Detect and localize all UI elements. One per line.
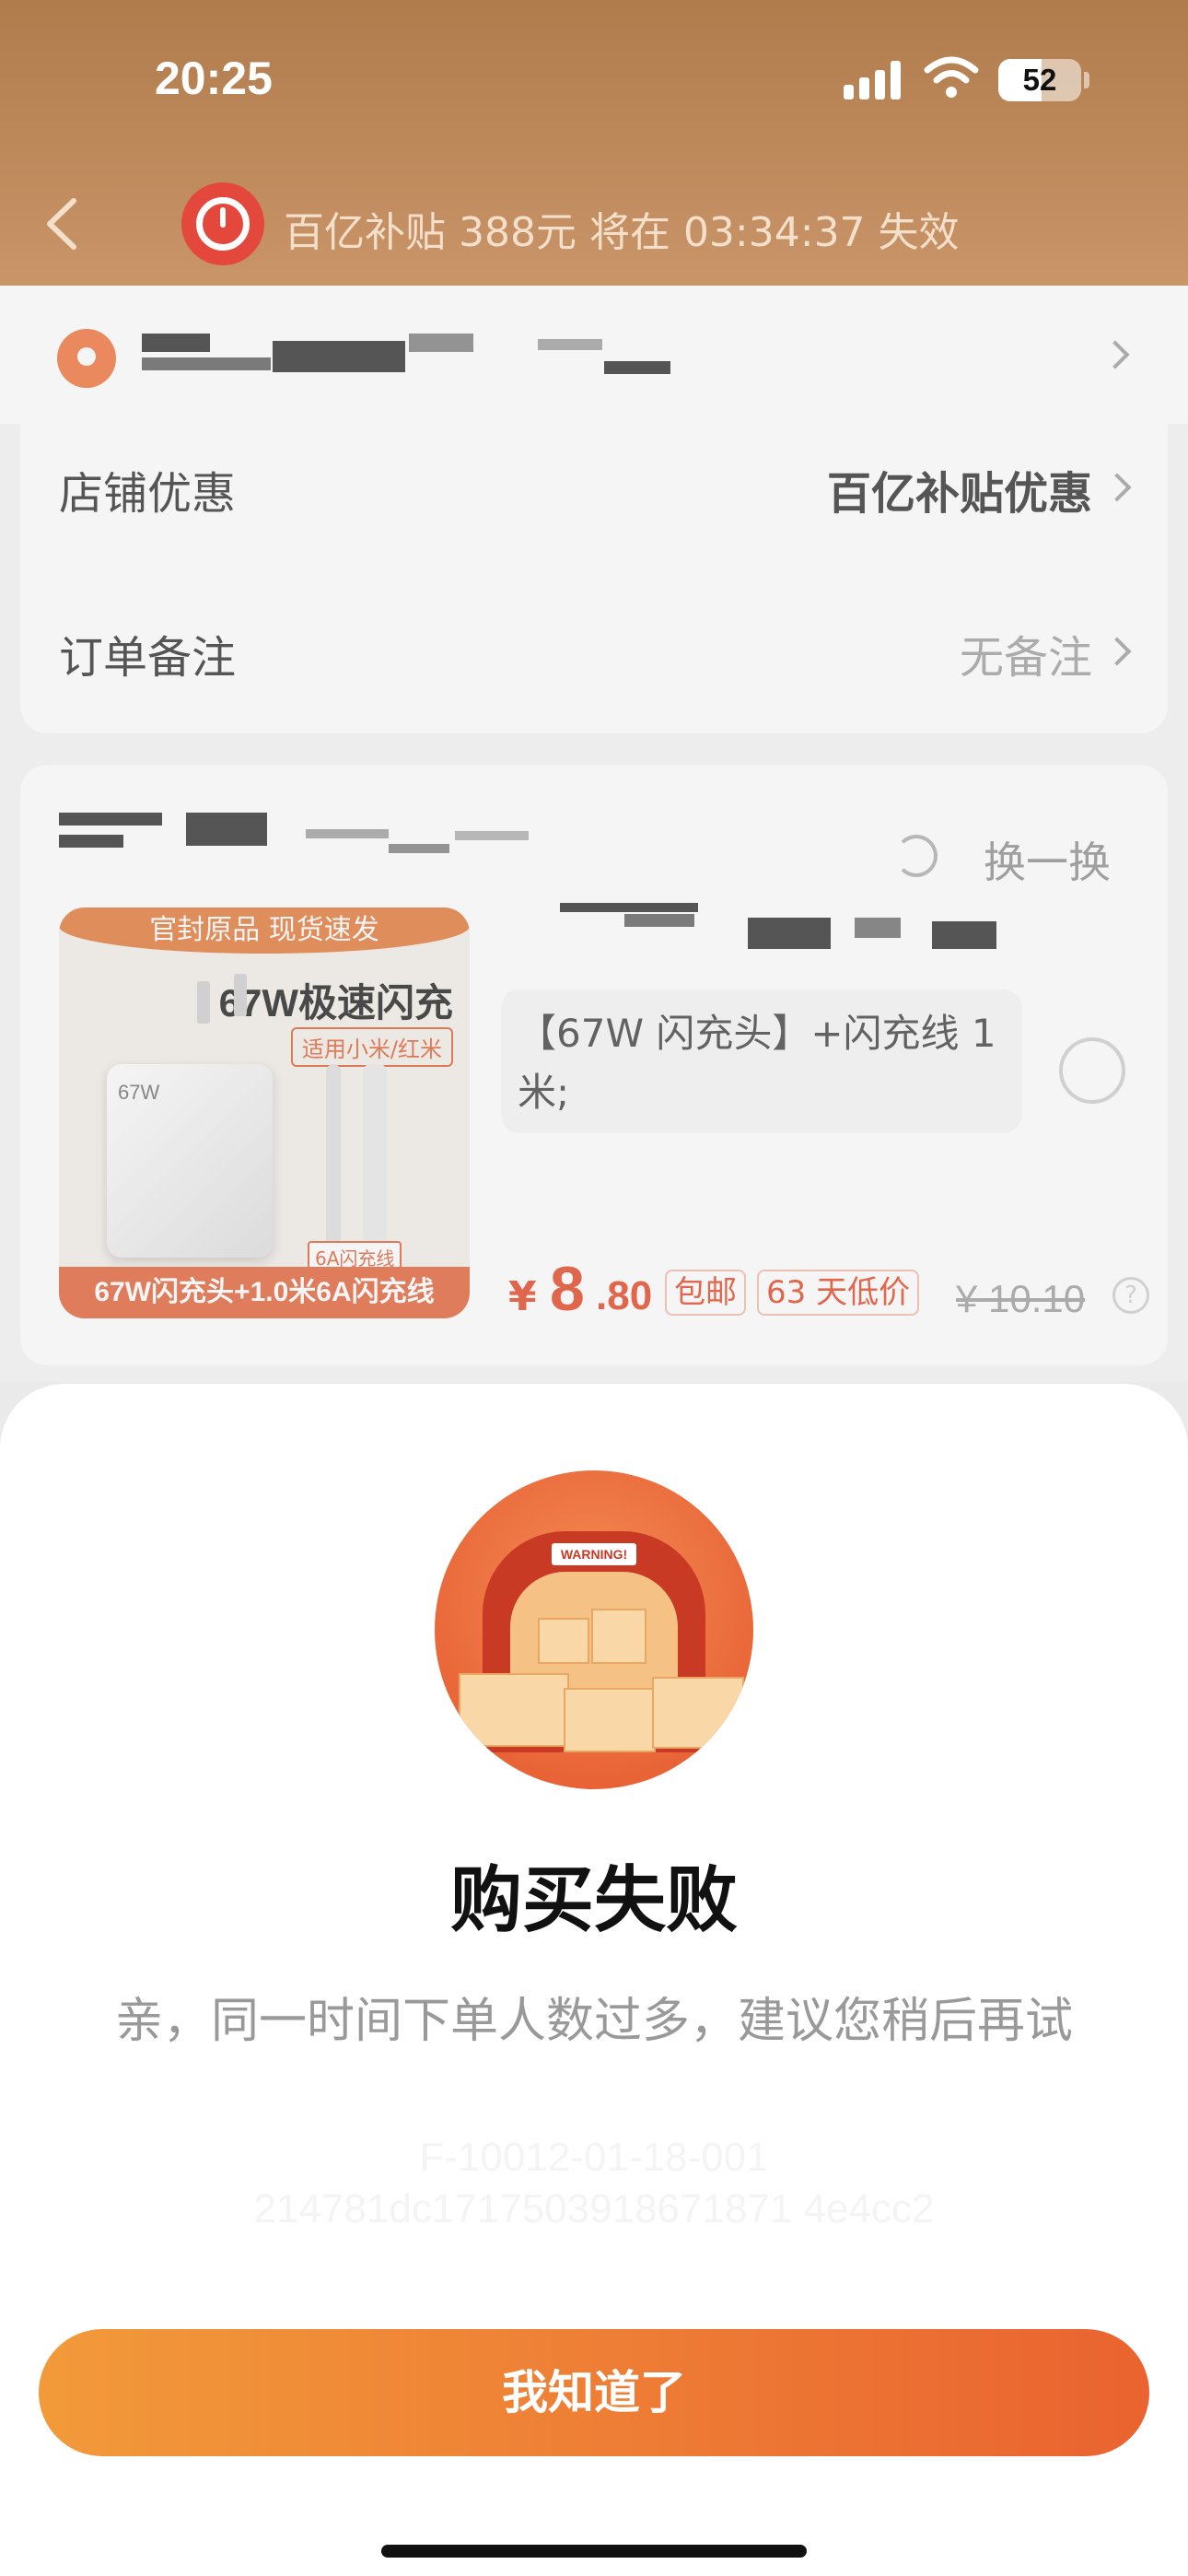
home-indicator[interactable]: [381, 2545, 807, 2558]
error-sheet: WARNING! 购买失败 亲，同一时间下单人数过多，建议您稍后再试 F-100…: [0, 1384, 1188, 2576]
status-time: 20:25: [155, 53, 273, 104]
error-message: 亲，同一时间下单人数过多，建议您稍后再试: [114, 1994, 1073, 2049]
illustration-warning-text: WARNING!: [549, 1540, 639, 1568]
cellular-signal-icon: [844, 61, 904, 100]
error-code-line: F-10012-01-18-001: [419, 2135, 769, 2180]
back-arrow-icon[interactable]: [39, 192, 85, 256]
battery-icon: 52: [998, 59, 1081, 101]
battery-cap: [1084, 72, 1089, 88]
error-code: F-10012-01-18-001 214781dc17175039186718…: [0, 2132, 1188, 2235]
header-bar: 20:25 52 百亿补贴 388元 将在 03:34:37 失效: [0, 0, 1188, 286]
error-title: 购买失败: [449, 1859, 738, 1942]
acknowledge-button[interactable]: 我知道了: [39, 2329, 1149, 2456]
battery-level: 52: [1022, 63, 1057, 97]
subsidy-banner-text: 百亿补贴 388元 将在 03:34:37 失效: [284, 209, 960, 256]
warning-truck-illustration: WARNING!: [435, 1470, 753, 1789]
wifi-icon: [924, 56, 979, 98]
error-code-line: 214781dc1717503918671871 4e4cc2: [253, 2186, 935, 2231]
subsidy-timer-icon: [181, 182, 264, 265]
